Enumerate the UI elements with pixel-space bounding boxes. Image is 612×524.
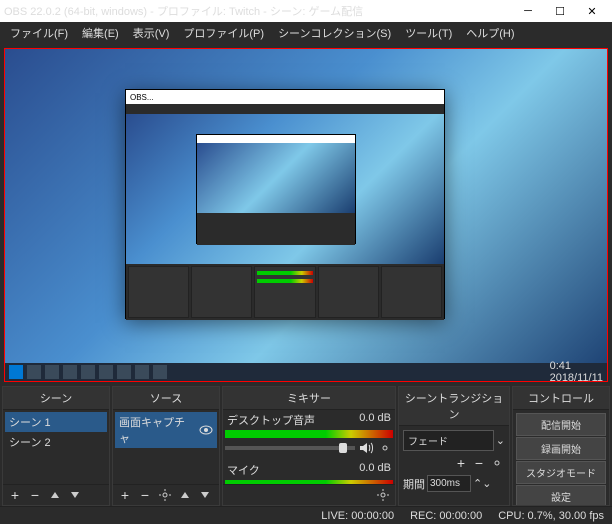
source-settings-button[interactable]	[157, 487, 173, 503]
maximize-button[interactable]: ☐	[544, 0, 576, 22]
start-stream-button[interactable]: 配信開始	[516, 413, 606, 436]
status-live: LIVE: 00:00:00	[321, 510, 394, 522]
source-down-button[interactable]	[197, 487, 213, 503]
scenes-panel: シーン シーン 1 シーン 2 + −	[2, 386, 110, 506]
close-button[interactable]: ✕	[576, 0, 608, 22]
windows-logo-icon	[9, 365, 23, 379]
sources-header: ソース	[113, 387, 219, 410]
speaker-icon[interactable]	[359, 442, 373, 454]
channel-db: 0.0 dB	[359, 412, 391, 428]
menu-edit[interactable]: 編集(E)	[76, 23, 125, 43]
window-titlebar: OBS 22.0.2 (64-bit, windows) - プロファイル: T…	[0, 0, 612, 22]
minimize-button[interactable]: ─	[512, 0, 544, 22]
transition-settings-button[interactable]	[489, 455, 505, 471]
scene-down-button[interactable]	[67, 487, 83, 503]
settings-button[interactable]: 設定	[516, 485, 606, 505]
status-bar: LIVE: 00:00:00 REC: 00:00:00 CPU: 0.7%, …	[0, 506, 612, 524]
nested-window-1: OBS...	[125, 89, 445, 319]
channel-settings-icon[interactable]	[377, 440, 393, 456]
controls-panel: コントロール 配信開始 録画開始 スタジオモード 設定 終了	[512, 386, 610, 506]
scenes-header: シーン	[3, 387, 109, 410]
captured-taskbar: 0:41 2018/11/11	[5, 363, 607, 381]
status-cpu: CPU: 0.7%, 30.00 fps	[498, 510, 604, 522]
dock-panels: シーン シーン 1 シーン 2 + − ソース 画面キャプチャ + −	[0, 386, 612, 506]
scene-item[interactable]: シーン 1	[5, 412, 107, 432]
remove-source-button[interactable]: −	[137, 487, 153, 503]
menu-scene-collection[interactable]: シーンコレクション(S)	[272, 23, 397, 43]
add-transition-button[interactable]: +	[453, 455, 469, 471]
nested-titlebar: OBS...	[126, 90, 444, 104]
menu-help[interactable]: ヘルプ(H)	[460, 23, 520, 43]
audio-meter	[225, 480, 393, 484]
source-up-button[interactable]	[177, 487, 193, 503]
scene-item[interactable]: シーン 2	[5, 432, 107, 452]
preview-canvas: OBS... 0:	[5, 49, 607, 381]
mixer-panel: ミキサー デスクトップ音声 0.0 dB マイク 0.0 dB	[222, 386, 396, 506]
nested-window-2	[196, 134, 356, 244]
window-title: OBS 22.0.2 (64-bit, windows) - プロファイル: T…	[4, 3, 512, 19]
remove-scene-button[interactable]: −	[27, 487, 43, 503]
remove-transition-button[interactable]: −	[471, 455, 487, 471]
captured-clock: 0:41 2018/11/11	[550, 360, 603, 384]
preview-area[interactable]: OBS... 0:	[4, 48, 608, 382]
channel-name: デスクトップ音声	[227, 412, 315, 428]
status-rec: REC: 00:00:00	[410, 510, 482, 522]
start-record-button[interactable]: 録画開始	[516, 437, 606, 460]
visibility-toggle-icon[interactable]	[199, 425, 213, 435]
duration-input[interactable]	[427, 475, 471, 492]
audio-meter	[225, 430, 393, 438]
volume-slider[interactable]	[225, 446, 355, 450]
mixer-settings-button[interactable]	[375, 487, 391, 503]
controls-header: コントロール	[513, 387, 609, 410]
dropdown-icon: ⌄	[496, 434, 505, 447]
menu-bar: ファイル(F) 編集(E) 表示(V) プロファイル(P) シーンコレクション(…	[0, 22, 612, 44]
menu-profile[interactable]: プロファイル(P)	[177, 23, 270, 43]
mixer-channel: マイク 0.0 dB	[225, 462, 393, 484]
channel-db: 0.0 dB	[359, 462, 391, 478]
mixer-channel: デスクトップ音声 0.0 dB	[225, 412, 393, 456]
channel-name: マイク	[227, 462, 260, 478]
studio-mode-button[interactable]: スタジオモード	[516, 461, 606, 484]
duration-label: 期間	[403, 476, 425, 492]
spinner-icon[interactable]: ⌃⌄	[473, 477, 491, 490]
sources-panel: ソース 画面キャプチャ + −	[112, 386, 220, 506]
menu-view[interactable]: 表示(V)	[127, 23, 176, 43]
transitions-header: シーントランジション	[399, 387, 509, 426]
transitions-panel: シーントランジション フェード ⌄ + − 期間 ⌃⌄	[398, 386, 510, 506]
add-scene-button[interactable]: +	[7, 487, 23, 503]
transition-select[interactable]: フェード	[403, 430, 494, 451]
menu-file[interactable]: ファイル(F)	[4, 23, 74, 43]
menu-tools[interactable]: ツール(T)	[399, 23, 458, 43]
source-label: 画面キャプチャ	[119, 414, 195, 446]
mixer-header: ミキサー	[223, 387, 395, 410]
add-source-button[interactable]: +	[117, 487, 133, 503]
source-item[interactable]: 画面キャプチャ	[115, 412, 217, 448]
scene-up-button[interactable]	[47, 487, 63, 503]
